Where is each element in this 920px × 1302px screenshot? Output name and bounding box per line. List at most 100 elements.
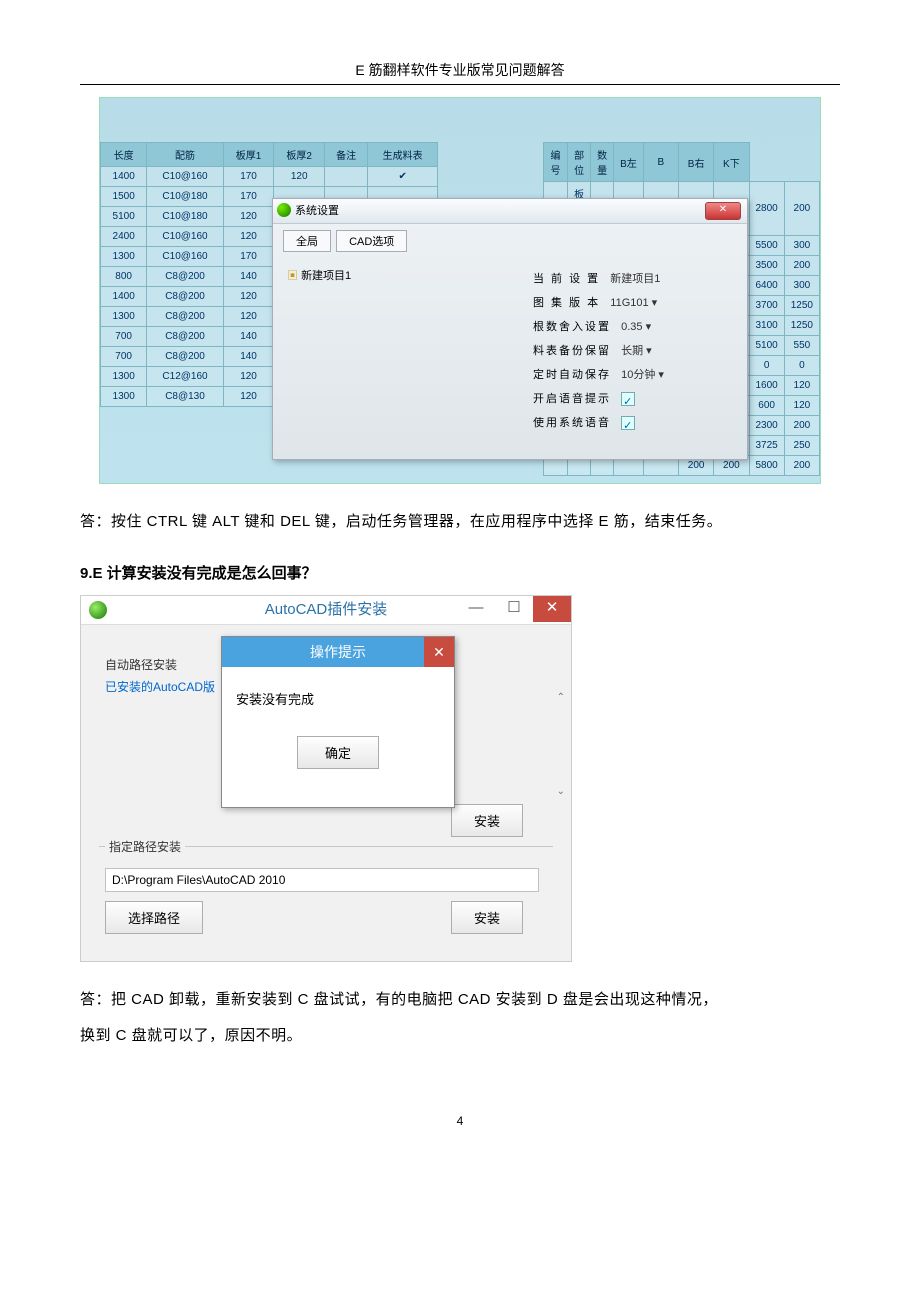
table-cell: 200 — [784, 416, 819, 436]
table-cell: 700 — [101, 327, 147, 347]
close-button[interactable]: ✕ — [533, 596, 571, 622]
project-tree[interactable]: 新建项目1 — [287, 267, 351, 283]
table-cell: 6400 — [749, 276, 784, 296]
right-col-header: B左 — [614, 143, 644, 182]
install-button-path[interactable]: 安装 — [451, 901, 523, 934]
tab-cad-options[interactable]: CAD选项 — [336, 230, 407, 252]
table-cell: 300 — [784, 236, 819, 256]
backup-retention-label: 料表备份保留 — [533, 345, 611, 357]
specify-path-install-label: 指定路径安装 — [105, 838, 185, 855]
right-col-header: 数量 — [591, 143, 614, 182]
install-button-auto[interactable]: 安装 — [451, 804, 523, 837]
table-cell: 2300 — [749, 416, 784, 436]
left-col-header: 备注 — [325, 143, 368, 167]
table-cell: 5500 — [749, 236, 784, 256]
table-cell: 140 — [223, 267, 274, 287]
right-col-header: 编号 — [543, 143, 567, 182]
left-col-header: 长度 — [101, 143, 147, 167]
right-col-header: K下 — [714, 143, 749, 182]
table-cell: 250 — [784, 436, 819, 456]
table-cell: C8@200 — [147, 267, 223, 287]
window-titlebar: AutoCAD插件安装 — ☐ ✕ — [81, 596, 571, 625]
table-cell: 120 — [223, 227, 274, 247]
window-buttons: — ☐ ✕ — [457, 596, 571, 622]
system-voice-label: 使用系统语音 — [533, 417, 611, 429]
installed-versions-label: 已安装的AutoCAD版 — [105, 678, 215, 695]
table-cell: C8@200 — [147, 347, 223, 367]
table-cell: ✔ — [368, 167, 438, 187]
table-cell: C10@180 — [147, 207, 223, 227]
voice-prompt-checkbox[interactable] — [621, 392, 635, 406]
table-cell: 140 — [223, 347, 274, 367]
voice-prompt-label: 开启语音提示 — [533, 393, 611, 405]
table-cell: 170 — [223, 187, 274, 207]
table-row[interactable]: 1400C10@160170120✔ — [101, 167, 438, 187]
table-cell: 1400 — [101, 287, 147, 307]
table-cell: 700 — [101, 347, 147, 367]
table-cell: 1400 — [101, 167, 147, 187]
modal-title-text: 操作提示 — [310, 644, 366, 660]
close-button[interactable]: ✕ — [705, 202, 741, 220]
scroll-down-icon[interactable]: ⌄ — [557, 786, 565, 797]
table-cell: 1250 — [784, 296, 819, 316]
left-col-header: 板厚1 — [223, 143, 274, 167]
maximize-button[interactable]: ☐ — [495, 596, 533, 622]
tree-item-label[interactable]: 新建项目1 — [301, 270, 351, 282]
dialog-tabs: 全局 CAD选项 — [273, 224, 747, 258]
modal-close-button[interactable]: ✕ — [424, 637, 454, 667]
table-cell: 200 — [784, 256, 819, 276]
choose-path-button[interactable]: 选择路径 — [105, 901, 203, 934]
table-cell: 1500 — [101, 187, 147, 207]
table-cell: 120 — [223, 287, 274, 307]
left-col-header: 生成料表 — [368, 143, 438, 167]
right-col-header: B右 — [679, 143, 714, 182]
folder-icon — [287, 270, 301, 282]
backup-retention-dropdown[interactable]: 长期 — [621, 339, 691, 363]
table-cell: 5800 — [749, 456, 784, 476]
table-cell: 2800 — [749, 182, 784, 236]
table-cell: 0 — [749, 356, 784, 376]
dialog-title-text: 系统设置 — [295, 205, 339, 217]
table-cell: C8@200 — [147, 327, 223, 347]
table-cell: C8@200 — [147, 287, 223, 307]
minimize-button[interactable]: — — [457, 596, 495, 622]
table-cell: 120 — [223, 367, 274, 387]
left-col-header: 配筋 — [147, 143, 223, 167]
tab-global[interactable]: 全局 — [283, 230, 331, 252]
table-cell: 120 — [274, 167, 325, 187]
table-cell: C8@200 — [147, 307, 223, 327]
rounding-dropdown[interactable]: 0.35 — [621, 315, 691, 339]
atlas-version-dropdown[interactable]: 11G101 — [610, 291, 680, 315]
table-cell: 550 — [784, 336, 819, 356]
screenshot-system-settings: 长度 配筋 板厚1 板厚2 备注 生成料表 1400C10@160170120✔… — [99, 97, 821, 484]
left-col-header: 板厚2 — [274, 143, 325, 167]
table-cell: 3725 — [749, 436, 784, 456]
system-voice-checkbox[interactable] — [621, 416, 635, 430]
table-cell: C10@160 — [147, 167, 223, 187]
operation-hint-modal: 操作提示 ✕ 安装没有完成 确定 — [221, 636, 455, 808]
install-path-field[interactable]: D:\Program Files\AutoCAD 2010 — [105, 868, 539, 892]
table-cell: 170 — [223, 247, 274, 267]
question-9-heading: 9.E 计算安装没有完成是怎么回事？ — [80, 562, 840, 583]
atlas-version-label: 图 集 版 本 — [533, 297, 600, 309]
table-cell: 200 — [784, 182, 819, 236]
table-cell: 120 — [223, 207, 274, 227]
autosave-label: 定时自动保存 — [533, 369, 611, 381]
table-cell: 140 — [223, 327, 274, 347]
window-title: AutoCAD插件安装 — [265, 601, 388, 618]
table-cell: 120 — [784, 376, 819, 396]
right-col-header: B — [643, 143, 678, 182]
table-cell: 1300 — [101, 387, 147, 407]
scroll-up-icon[interactable]: ⌃ — [557, 692, 565, 703]
screenshot-plugin-install: AutoCAD插件安装 — ☐ ✕ 自动路径安装 已安装的AutoCAD版 ⌃ … — [80, 595, 572, 962]
table-cell: 1300 — [101, 307, 147, 327]
auto-path-install-label: 自动路径安装 — [105, 656, 177, 673]
table-cell: C10@160 — [147, 247, 223, 267]
autosave-dropdown[interactable]: 10分钟 — [621, 363, 691, 387]
table-cell: 1300 — [101, 247, 147, 267]
app-icon — [89, 601, 107, 619]
modal-ok-button[interactable]: 确定 — [297, 736, 379, 769]
doc-header-title: E 筋翻样软件专业版常见问题解答 — [80, 60, 840, 80]
table-cell: 5100 — [101, 207, 147, 227]
settings-form: 当 前 设 置 新建项目1 图 集 版 本 11G101 根数舍入设置 0.35… — [533, 267, 691, 435]
